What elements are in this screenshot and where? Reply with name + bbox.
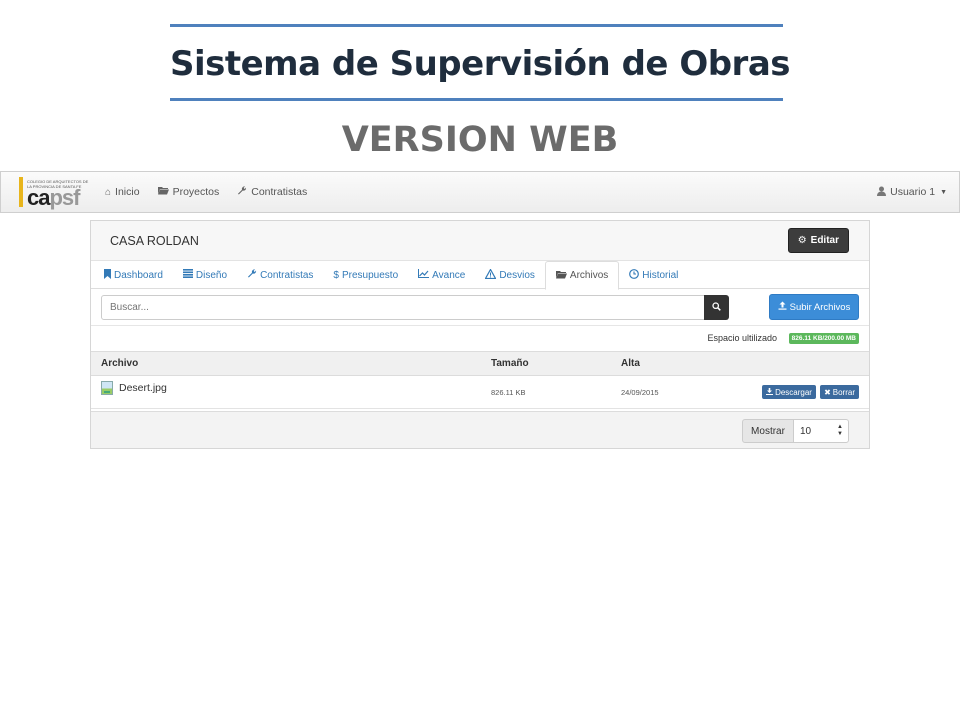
- download-button[interactable]: Descargar: [762, 385, 816, 399]
- delete-button[interactable]: ✖ Borrar: [820, 385, 859, 399]
- tab-label: Desvios: [499, 269, 535, 281]
- wrench-icon: [247, 268, 257, 282]
- column-header-actions: [721, 351, 869, 376]
- column-header-archivo[interactable]: Archivo: [91, 351, 481, 376]
- dollar-icon: $: [333, 269, 339, 281]
- logo-wordmark: capsf: [27, 185, 80, 210]
- gear-icon: ⚙: [797, 235, 807, 246]
- wrench-icon: [237, 185, 247, 199]
- download-label: Descargar: [775, 387, 812, 397]
- user-icon: [877, 186, 887, 199]
- delete-label: Borrar: [832, 387, 855, 397]
- tab-label: Historial: [642, 269, 679, 281]
- nav-item-proyectos[interactable]: Proyectos: [157, 186, 220, 198]
- top-navbar: COLEGIO DE ARQUITECTOS DE LA PROVINCIA D…: [0, 171, 960, 213]
- user-name: Usuario 1: [890, 186, 936, 198]
- tab-diseno[interactable]: Diseño: [173, 261, 237, 289]
- tab-label: Contratistas: [260, 269, 314, 281]
- warning-icon: [484, 267, 497, 282]
- slide-subtitle: VERSION WEB: [341, 120, 619, 160]
- tab-label: Dashboard: [114, 269, 163, 281]
- clock-icon: [629, 268, 640, 282]
- panel-header: CASA ROLDAN ⚙ Editar: [91, 221, 869, 261]
- tab-contratistas[interactable]: Contratistas: [237, 261, 323, 289]
- file-size: 826.11 KB: [481, 375, 611, 409]
- folder-open-icon: [157, 186, 169, 198]
- file-date: 24/09/2015: [611, 375, 721, 409]
- files-table: Archivo Tamaño Alta Desert.jpg 826.11 KB…: [91, 351, 869, 409]
- list-icon: [182, 269, 193, 281]
- upload-icon: [778, 301, 787, 313]
- file-name[interactable]: Desert.jpg: [119, 382, 167, 394]
- caret-down-icon: ▼: [940, 188, 947, 196]
- storage-usage-row: Espacio ultilizado 826.11 KB/200.00 MB: [91, 325, 869, 351]
- edit-button[interactable]: ⚙ Editar: [787, 228, 849, 253]
- download-icon: [766, 387, 774, 397]
- home-icon: ⌂: [105, 186, 112, 198]
- tab-desvios[interactable]: Desvios: [475, 261, 545, 289]
- table-header-row: Archivo Tamaño Alta: [91, 351, 869, 376]
- table-row: Desert.jpg 826.11 KB 24/09/2015 Descarga…: [91, 375, 869, 409]
- bottom-divider: [170, 98, 783, 101]
- tab-avance[interactable]: Avance: [408, 261, 475, 289]
- search-button[interactable]: [704, 295, 729, 320]
- column-header-tamano[interactable]: Tamaño: [481, 351, 611, 376]
- page-size-label: Mostrar: [742, 419, 794, 443]
- upload-files-label: Subir Archivos: [789, 301, 851, 313]
- project-panel: CASA ROLDAN ⚙ Editar Dashboard Diseño Co…: [90, 220, 870, 449]
- tab-label: Diseño: [195, 269, 228, 281]
- storage-badge: 826.11 KB/200.00 MB: [788, 333, 859, 344]
- tab-dashboard[interactable]: Dashboard: [94, 261, 173, 289]
- tab-presupuesto[interactable]: $ Presupuesto: [323, 261, 408, 289]
- tab-archivos[interactable]: Archivos: [544, 261, 620, 290]
- search-input[interactable]: [101, 295, 705, 320]
- tab-historial[interactable]: Historial: [619, 261, 688, 289]
- edit-button-label: Editar: [810, 235, 839, 246]
- storage-label: Espacio ultilizado: [707, 333, 777, 343]
- page-size-value: 10: [800, 425, 812, 437]
- bookmark-icon: [104, 268, 111, 282]
- user-menu[interactable]: Usuario 1 ▼: [877, 172, 947, 212]
- nav-item-label: Proyectos: [172, 186, 220, 198]
- project-title: CASA ROLDAN: [110, 234, 199, 248]
- file-actions: Descargar ✖ Borrar: [721, 375, 869, 409]
- column-header-alta[interactable]: Alta: [611, 351, 721, 376]
- nav-item-label: Contratistas: [251, 186, 308, 198]
- tab-label: Avance: [432, 269, 466, 281]
- nav-item-label: Inicio: [115, 186, 140, 198]
- project-tabs: Dashboard Diseño Contratistas $ Presupue…: [91, 261, 869, 290]
- file-name-cell: Desert.jpg: [91, 375, 481, 409]
- nav-item-inicio[interactable]: ⌂ Inicio: [105, 186, 140, 198]
- top-divider: [170, 24, 783, 27]
- image-file-icon: [101, 381, 113, 395]
- slide-title: Sistema de Supervisión de Obras: [169, 44, 791, 84]
- logo-bar: [19, 177, 23, 207]
- search-icon: [712, 301, 721, 314]
- pagination-footer: Mostrar 10 ▲ ▼: [91, 411, 869, 448]
- line-chart-icon: [418, 269, 430, 281]
- search-toolbar: Subir Archivos: [91, 289, 869, 325]
- capsf-logo[interactable]: COLEGIO DE ARQUITECTOS DE LA PROVINCIA D…: [15, 175, 93, 211]
- tab-label: Presupuesto: [341, 269, 399, 281]
- close-icon: ✖: [824, 387, 831, 397]
- select-arrows-icon: ▲ ▼: [837, 424, 843, 437]
- page-size-select[interactable]: 10 ▲ ▼: [793, 419, 849, 443]
- tab-label: Archivos: [569, 270, 609, 281]
- upload-files-button[interactable]: Subir Archivos: [769, 294, 859, 320]
- nav-menu: ⌂ Inicio Proyectos Contratistas: [105, 172, 325, 212]
- folder-open-icon: [555, 270, 567, 282]
- nav-item-contratistas[interactable]: Contratistas: [237, 185, 308, 199]
